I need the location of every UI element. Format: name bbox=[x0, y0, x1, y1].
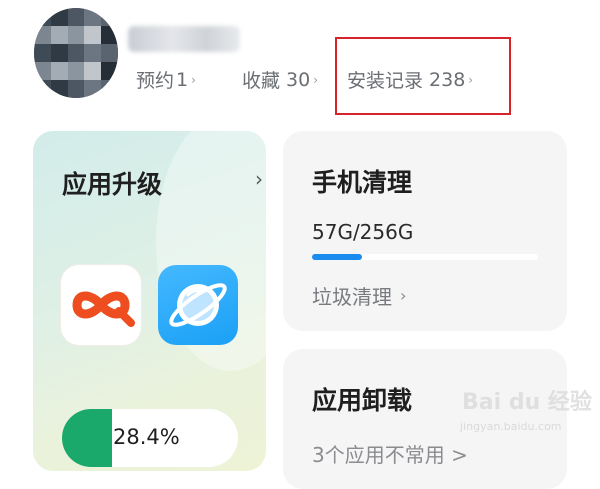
phone-cleanup-card[interactable]: 手机清理 57G/256G 垃圾清理 › bbox=[283, 131, 567, 331]
annotation-highlight-box bbox=[335, 37, 511, 115]
watermark-url-text: jingyan.baidu.com bbox=[460, 420, 562, 433]
storage-usage-text: 57G/256G bbox=[312, 220, 414, 244]
chevron-right-icon: › bbox=[313, 72, 319, 87]
upgrade-progress-fill bbox=[62, 409, 112, 467]
storage-usage-fill bbox=[312, 254, 362, 260]
junk-cleanup-link[interactable]: 垃圾清理 › bbox=[312, 281, 406, 310]
junk-cleanup-label: 垃圾清理 bbox=[312, 285, 392, 309]
reservations-label: 预约 bbox=[136, 70, 175, 92]
infinity-logo-icon[interactable] bbox=[61, 265, 141, 345]
upgrade-progress-button[interactable]: 28.4% bbox=[62, 409, 238, 467]
watermark-logo-text: Bai du 经验 bbox=[462, 390, 592, 415]
reservations-count: 1 bbox=[176, 68, 189, 91]
baidu-jingyan-watermark: Bai du 经验 jingyan.baidu.com bbox=[458, 384, 592, 440]
storage-usage-bar bbox=[312, 254, 538, 260]
upgrade-progress-text: 28.4% bbox=[113, 425, 180, 449]
favorites-label: 收藏 bbox=[242, 70, 281, 92]
chevron-right-icon: › bbox=[191, 72, 196, 87]
username-blurred bbox=[128, 26, 240, 52]
app-upgrade-title: 应用升级 bbox=[62, 170, 163, 199]
planet-browser-icon[interactable] bbox=[158, 265, 238, 345]
unused-apps-link[interactable]: 3个应用不常用 > bbox=[312, 439, 468, 468]
reservations-link[interactable]: 预约 1 › bbox=[136, 66, 196, 93]
app-uninstall-title: 应用卸载 bbox=[312, 386, 413, 415]
chevron-right-icon: › bbox=[255, 167, 263, 191]
favorites-count: 30 bbox=[286, 68, 311, 91]
user-avatar[interactable] bbox=[34, 8, 118, 98]
favorites-link[interactable]: 收藏 30 › bbox=[242, 66, 318, 93]
phone-cleanup-title: 手机清理 bbox=[312, 168, 413, 197]
chevron-right-icon: › bbox=[400, 286, 407, 305]
